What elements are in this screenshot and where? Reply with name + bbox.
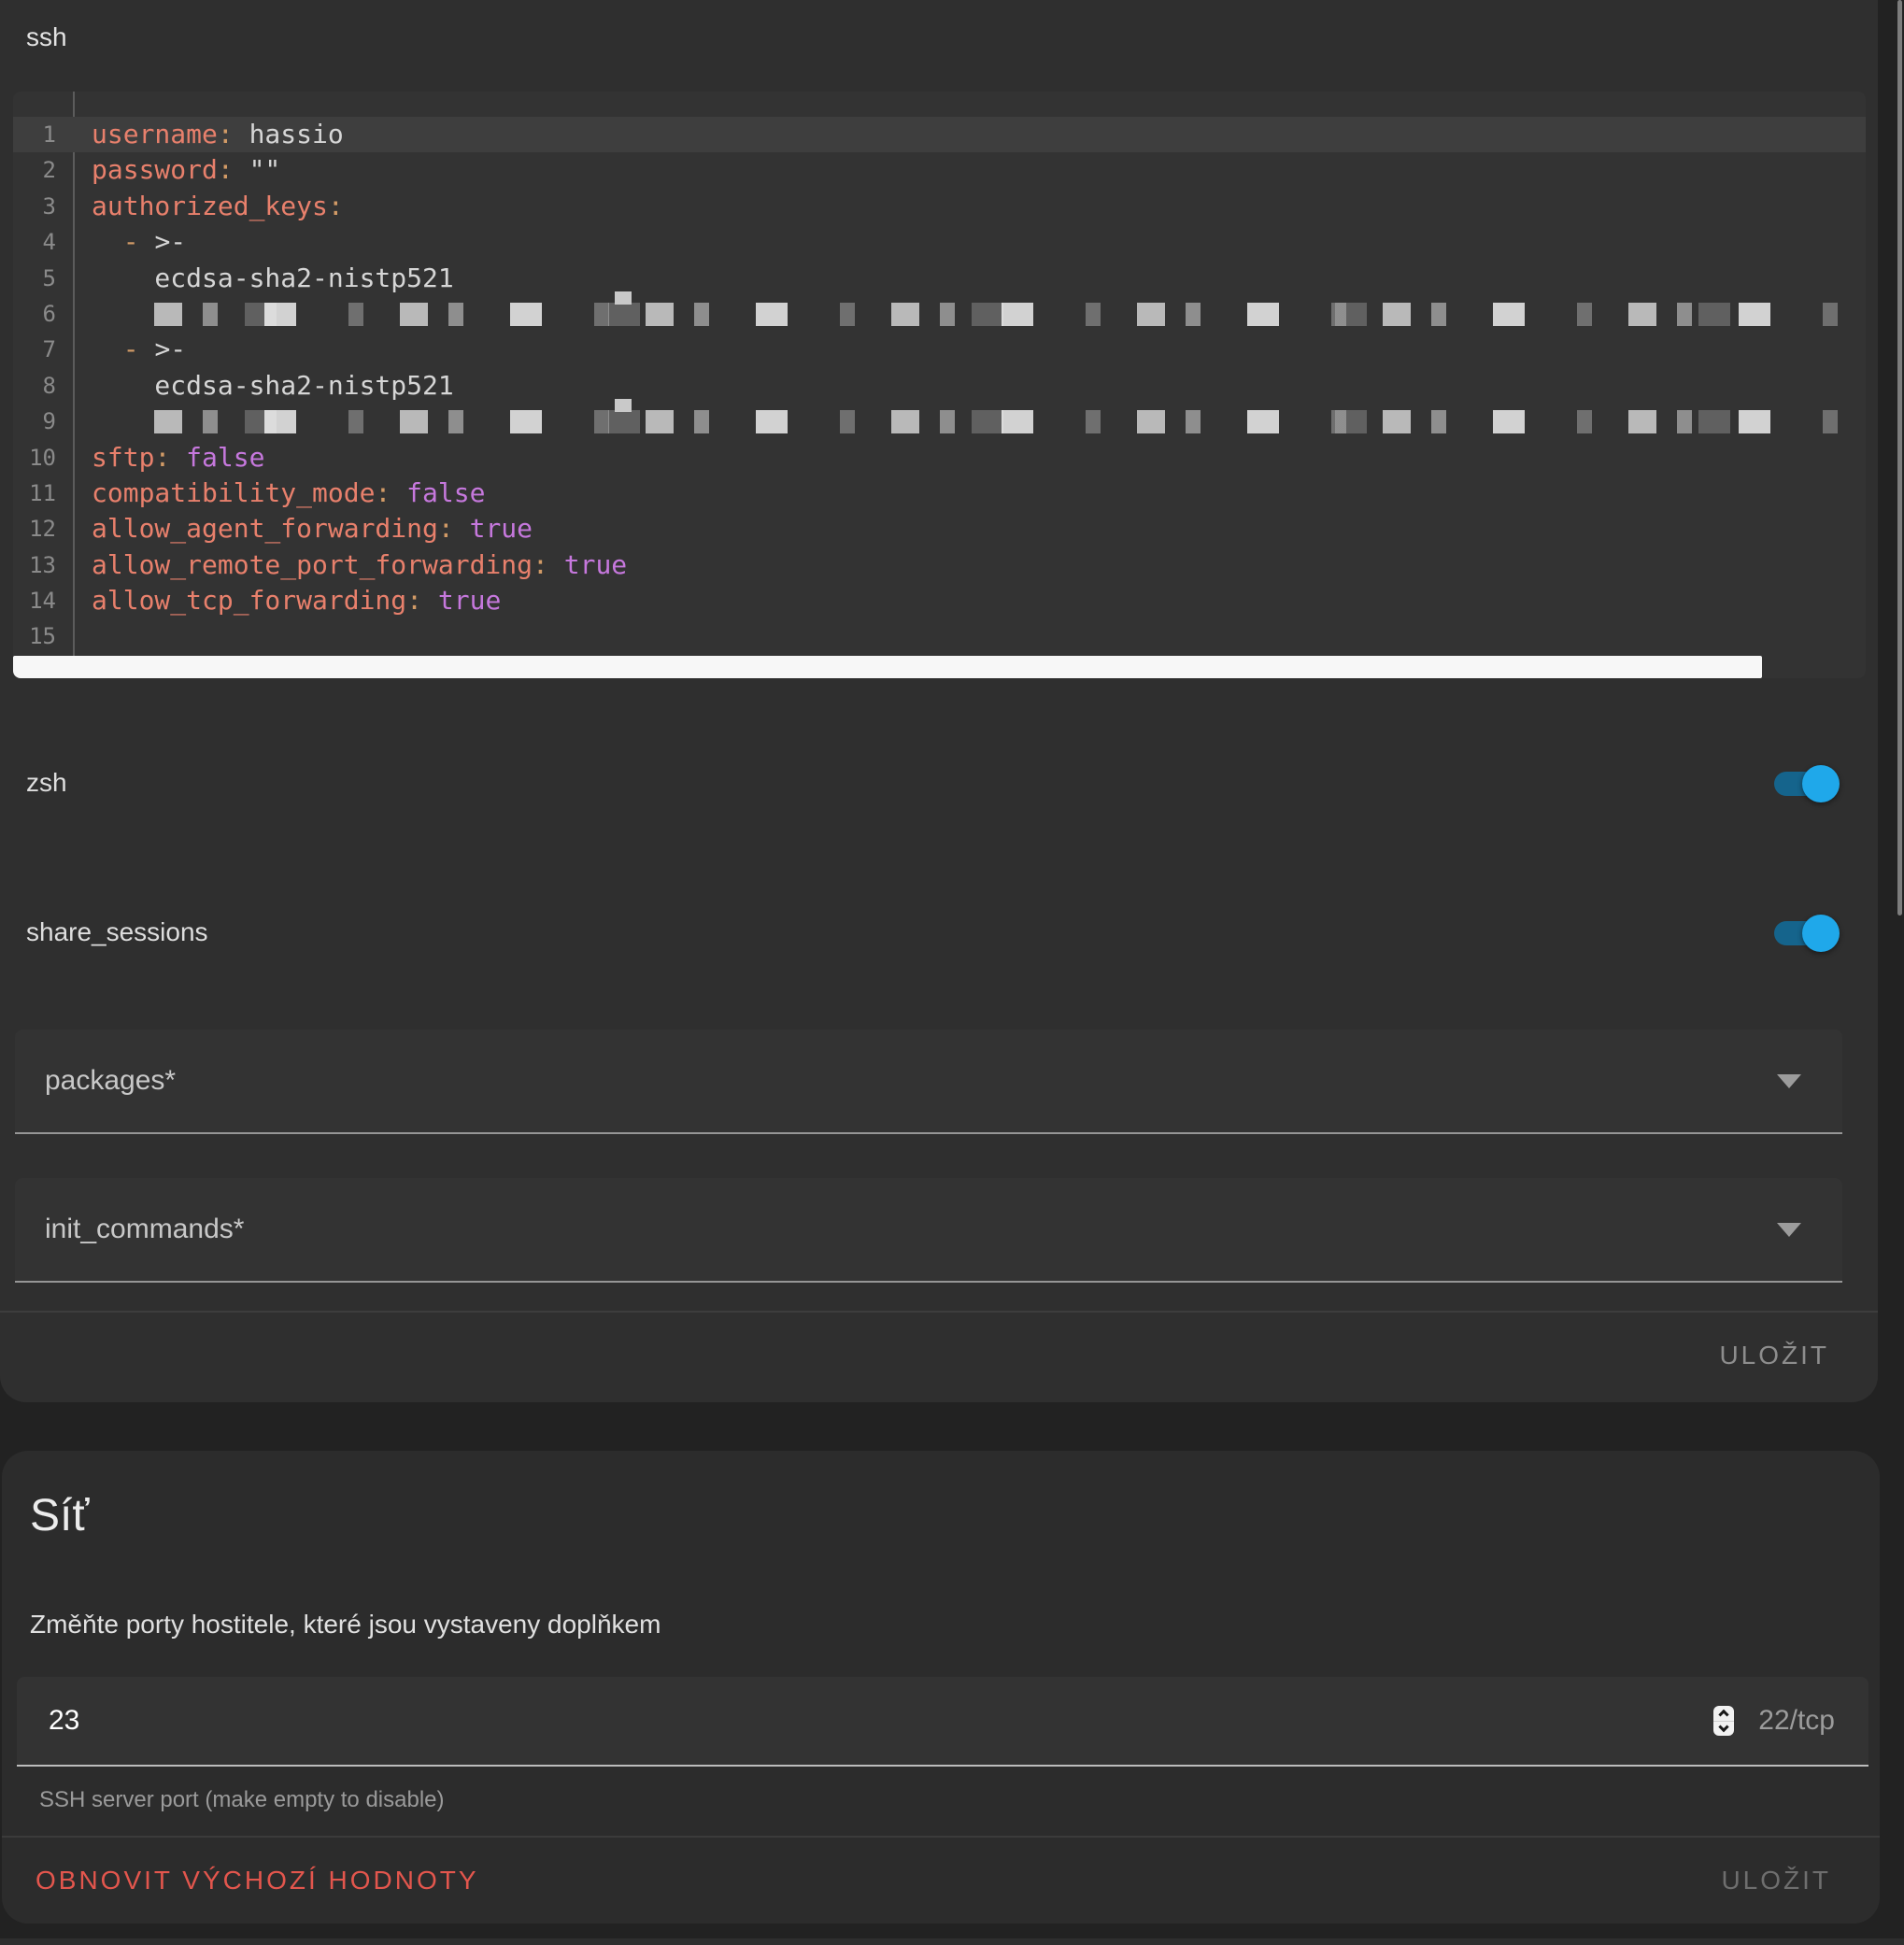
line-number: 15 <box>13 618 67 654</box>
code-text: - >- <box>67 224 186 260</box>
page-scrollbar-thumb[interactable] <box>1897 0 1902 916</box>
editor-line[interactable]: 14allow_tcp_forwarding: true <box>13 583 1866 618</box>
zsh-option-row: zsh <box>26 762 1840 803</box>
editor-line[interactable]: 11compatibility_mode: false <box>13 476 1866 511</box>
reset-defaults-button[interactable]: OBNOVIT VÝCHOZÍ HODNOTY <box>36 1866 479 1895</box>
network-save-button[interactable]: ULOŽIT <box>1721 1866 1831 1895</box>
ssh-port-field: 22/tcp <box>17 1677 1868 1767</box>
toggle-knob <box>1802 765 1840 802</box>
code-text <box>67 618 92 654</box>
editor-line[interactable]: 12allow_agent_forwarding: true <box>13 511 1866 547</box>
code-text: compatibility_mode: false <box>67 476 485 511</box>
chevron-down-icon <box>1777 1074 1801 1088</box>
code-text: sftp: false <box>67 440 264 476</box>
ssh-field-label: ssh <box>0 0 1878 49</box>
editor-line[interactable]: 3authorized_keys: <box>13 189 1866 224</box>
line-number: 10 <box>13 440 67 476</box>
line-number: 11 <box>13 476 67 511</box>
code-text: - >- <box>67 332 186 367</box>
toggle-knob <box>1802 915 1840 952</box>
network-footer: OBNOVIT VÝCHOZÍ HODNOTY ULOŽIT <box>2 1838 1880 1924</box>
page-scrollbar[interactable] <box>1897 0 1902 1945</box>
chevron-down-icon <box>1719 1722 1729 1732</box>
editor-line[interactable]: 4 - >- <box>13 224 1866 260</box>
port-input[interactable] <box>49 1705 1713 1737</box>
next-card-edge <box>0 1938 1904 1945</box>
network-title: Síť <box>2 1451 1880 1535</box>
init-commands-select[interactable]: init_commands* <box>15 1178 1842 1283</box>
stepper-up-button[interactable] <box>1713 1706 1734 1721</box>
code-text <box>67 404 92 439</box>
code-text: allow_agent_forwarding: true <box>67 511 533 547</box>
code-text: authorized_keys: <box>67 189 344 224</box>
editor-line[interactable]: 8 ecdsa-sha2-nistp521 <box>13 368 1866 404</box>
chevron-down-icon <box>1777 1223 1801 1237</box>
editor-lines: 1username: hassio2password: ""3authorize… <box>13 92 1866 655</box>
share-sessions-label: share_sessions <box>26 917 208 947</box>
editor-line[interactable]: 2password: "" <box>13 152 1866 188</box>
line-number: 6 <box>13 296 67 332</box>
editor-line[interactable]: 15 <box>13 618 1866 654</box>
port-helper-text: SSH server port (make empty to disable) <box>39 1787 1880 1810</box>
code-text: ecdsa-sha2-nistp521 <box>67 261 454 296</box>
network-card: Síť Změňte porty hostitele, které jsou v… <box>2 1451 1880 1924</box>
zsh-toggle[interactable] <box>1774 764 1840 802</box>
code-text: password: "" <box>67 152 280 188</box>
share-sessions-option-row: share_sessions <box>26 912 1840 953</box>
config-footer: ULOŽIT <box>0 1313 1878 1398</box>
line-number: 3 <box>13 189 67 224</box>
container-port-label: 22/tcp <box>1758 1705 1835 1737</box>
packages-select-label: packages* <box>45 1065 176 1097</box>
editor-line[interactable]: 6 <box>13 296 1866 332</box>
line-number: 8 <box>13 368 67 404</box>
code-text <box>67 296 92 332</box>
redacted-key-blur <box>154 410 1860 433</box>
redacted-key-blur <box>154 303 1860 326</box>
line-number: 4 <box>13 224 67 260</box>
packages-select[interactable]: packages* <box>15 1029 1842 1134</box>
editor-line[interactable]: 1username: hassio <box>13 117 1866 152</box>
line-number: 5 <box>13 261 67 296</box>
code-text: username: hassio <box>67 117 344 152</box>
stepper-down-button[interactable] <box>1713 1721 1734 1737</box>
editor-horizontal-scrollbar[interactable] <box>13 656 1762 678</box>
yaml-editor[interactable]: 1username: hassio2password: ""3authorize… <box>13 92 1866 678</box>
line-number: 2 <box>13 152 67 188</box>
line-number: 1 <box>13 117 67 152</box>
line-number: 14 <box>13 583 67 618</box>
editor-line[interactable]: 9 <box>13 404 1866 439</box>
line-number: 7 <box>13 332 67 367</box>
code-text: allow_tcp_forwarding: true <box>67 583 501 618</box>
editor-line[interactable]: 10sftp: false <box>13 440 1866 476</box>
share-sessions-toggle[interactable] <box>1774 914 1840 951</box>
port-stepper[interactable] <box>1713 1706 1734 1736</box>
editor-line[interactable]: 5 ecdsa-sha2-nistp521 <box>13 261 1866 296</box>
network-description: Změňte porty hostitele, které jsou vysta… <box>30 1610 1880 1636</box>
code-text: ecdsa-sha2-nistp521 <box>67 368 454 404</box>
addon-config-card: ssh 1username: hassio2password: ""3autho… <box>0 0 1878 1402</box>
code-text: allow_remote_port_forwarding: true <box>67 547 627 583</box>
zsh-label: zsh <box>26 768 67 798</box>
line-number: 9 <box>13 404 67 439</box>
editor-line[interactable]: 7 - >- <box>13 332 1866 367</box>
editor-line[interactable]: 13allow_remote_port_forwarding: true <box>13 547 1866 583</box>
line-number: 13 <box>13 547 67 583</box>
init-commands-select-label: init_commands* <box>45 1214 244 1245</box>
save-button[interactable]: ULOŽIT <box>1719 1341 1829 1370</box>
chevron-up-icon <box>1719 1710 1729 1720</box>
line-number: 12 <box>13 511 67 547</box>
